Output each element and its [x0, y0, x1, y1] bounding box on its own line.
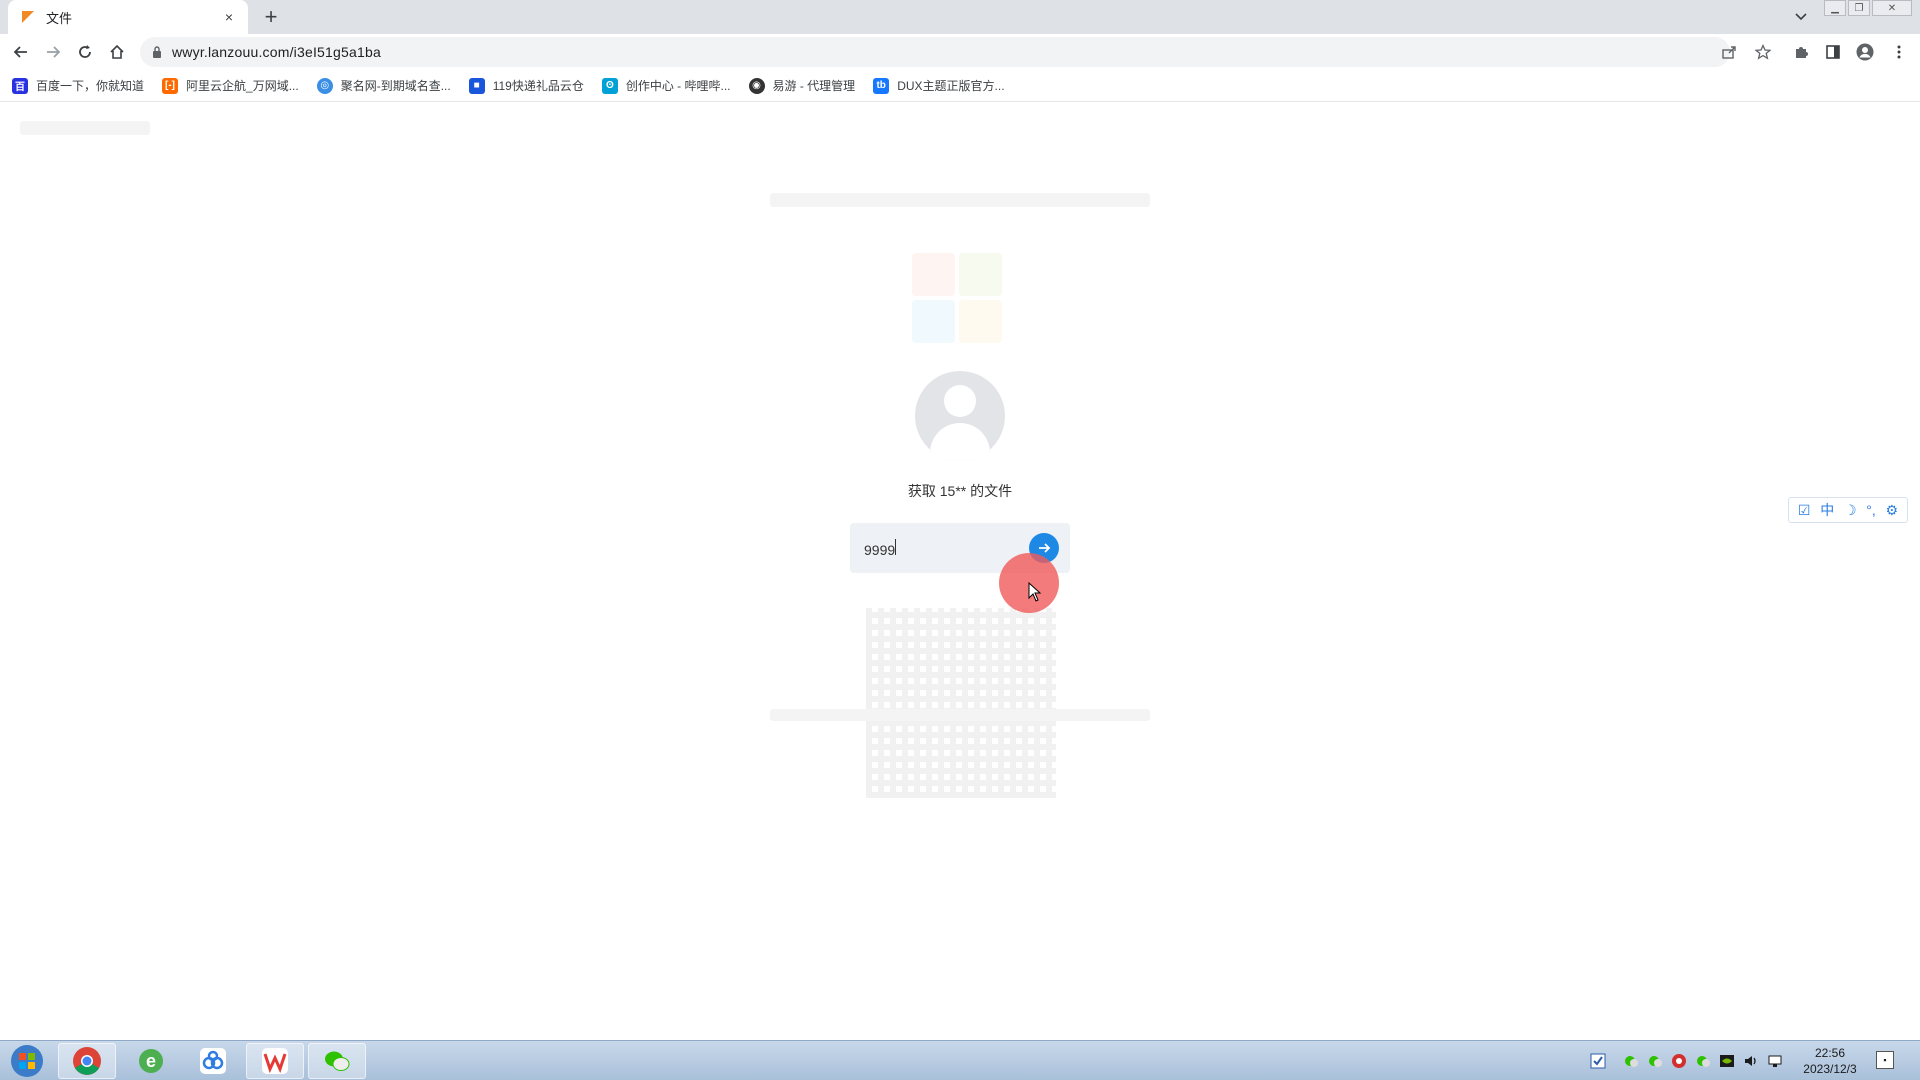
svg-text:e: e [146, 1051, 156, 1071]
clock-time: 22:56 [1814, 1046, 1846, 1060]
globe-icon: ◎ [316, 77, 333, 94]
url-text: wwyr.lanzouu.com/i3eI51g5a1ba [172, 44, 381, 60]
wps-icon [262, 1048, 288, 1074]
aliyun-icon: [-] [162, 77, 179, 94]
tray-wechat-icon[interactable] [1622, 1052, 1640, 1070]
bookmarks-bar: 百 百度一下，你就知道 [-] 阿里云企航_万网域... ◎ 聚名网-到期域名查… [0, 70, 1920, 102]
windows-orb-icon [11, 1045, 43, 1077]
user-avatar [915, 371, 1005, 461]
tab-title: 文件 [46, 10, 73, 26]
dux-icon: tb [873, 77, 890, 94]
warehouse-icon: ■ [468, 77, 485, 94]
side-panel-icon [1826, 45, 1840, 59]
bookmark-item[interactable]: [-] 阿里云企航_万网域... [162, 77, 299, 94]
reload-button[interactable] [72, 39, 98, 65]
taskbar-clock[interactable]: 22:56 2023/12/3 [1790, 1045, 1870, 1077]
bookmark-item[interactable]: ◎ 聚名网-到期域名查... [316, 77, 451, 94]
profile-avatar-icon [1856, 43, 1874, 61]
get-file-label: 获取 15** 的文件 [907, 483, 1013, 499]
cloud-drive-icon [200, 1048, 226, 1074]
bookmark-item[interactable]: ■ 119快递礼品云仓 [468, 77, 584, 94]
taskbar-wechat[interactable] [308, 1043, 366, 1079]
share-button[interactable] [1716, 39, 1742, 65]
text-caret [895, 538, 897, 555]
page-content: 获取 15** 的文件 9999 ☑ 中 ☽ °, ⚙ [0, 103, 1920, 1040]
password-input[interactable]: 9999 [864, 538, 1014, 558]
clock-date: 2023/12/3 [1803, 1062, 1857, 1076]
home-button[interactable] [104, 39, 130, 65]
mouse-cursor-icon [1028, 582, 1042, 602]
chrome-icon [73, 1047, 101, 1075]
tray-checkbox-icon[interactable] [1589, 1052, 1607, 1070]
faded-footer-placeholder [770, 709, 1150, 721]
close-window-button[interactable]: ✕ [1872, 0, 1912, 16]
ime-moon-icon[interactable]: ☽ [1844, 502, 1857, 519]
taskbar: e 22:56 2023/12/3 ▪ [0, 1040, 1920, 1080]
home-icon [110, 44, 124, 59]
extensions-button[interactable] [1788, 39, 1814, 65]
tab-active[interactable]: 文件 × [8, 0, 248, 34]
forward-arrow-icon [47, 46, 61, 58]
start-button[interactable] [6, 1043, 48, 1079]
bookmark-item[interactable]: 百 百度一下，你就知道 [12, 77, 144, 94]
game-icon: ◉ [748, 77, 765, 94]
ime-settings-gear-icon[interactable]: ⚙ [1886, 502, 1899, 519]
ime-toolbar[interactable]: ☑ 中 ☽ °, ⚙ [1788, 497, 1908, 523]
baidu-icon: 百 [12, 77, 28, 94]
back-arrow-icon [13, 46, 27, 58]
wechat-icon [325, 1051, 350, 1071]
reload-icon [79, 45, 91, 58]
share-icon [1722, 46, 1736, 59]
system-tray [1586, 1041, 1787, 1080]
taskbar-ie[interactable]: e [122, 1043, 180, 1079]
tray-antivirus-icon[interactable] [1670, 1052, 1688, 1070]
show-desktop-button[interactable]: ▪ [1876, 1051, 1894, 1069]
bookmark-item[interactable]: ʘ 创作中心 - 哔哩哔... [601, 77, 731, 94]
lanzou-favicon-icon [22, 11, 34, 23]
kebab-menu-icon [1897, 45, 1901, 59]
profile-button[interactable] [1852, 39, 1878, 65]
tray-nvidia-icon[interactable] [1718, 1052, 1736, 1070]
menu-button[interactable] [1886, 39, 1912, 65]
star-icon [1755, 44, 1771, 60]
maximize-window-button[interactable]: ❐ [1848, 0, 1870, 16]
tab-strip: 文件 × + ▁ ❐ ✕ [0, 0, 1920, 34]
tray-network-icon[interactable] [1766, 1052, 1784, 1070]
faded-title-placeholder [770, 193, 1150, 207]
bookmark-item[interactable]: ◉ 易游 - 代理管理 [748, 77, 855, 94]
ime-check-icon[interactable]: ☑ [1798, 502, 1811, 519]
tray-wechat-icon-2[interactable] [1646, 1052, 1664, 1070]
taskbar-wps[interactable] [246, 1043, 304, 1079]
minimize-window-button[interactable]: ▁ [1824, 0, 1846, 16]
tab-close-icon[interactable]: × [220, 8, 238, 26]
taskbar-chrome[interactable] [58, 1043, 116, 1079]
bilibili-icon: ʘ [601, 77, 618, 94]
back-button[interactable] [8, 39, 34, 65]
tray-wechat-icon-3[interactable] [1694, 1052, 1712, 1070]
browser-toolbar: wwyr.lanzouu.com/i3eI51g5a1ba [0, 34, 1920, 70]
bookmark-star-button[interactable] [1750, 39, 1776, 65]
tab-search-chevron-icon[interactable] [1790, 6, 1812, 28]
puzzle-icon [1796, 47, 1808, 58]
ime-language-toggle[interactable]: 中 [1820, 500, 1834, 520]
ie-browser-icon: e [139, 1049, 163, 1073]
faded-header-placeholder [20, 121, 150, 135]
side-panel-button[interactable] [1820, 39, 1846, 65]
faded-logo-icon [912, 253, 1002, 343]
tray-volume-icon[interactable] [1742, 1052, 1760, 1070]
faded-qr-code [866, 608, 1056, 798]
address-bar[interactable]: wwyr.lanzouu.com/i3eI51g5a1ba [140, 37, 1730, 67]
forward-button[interactable] [40, 39, 66, 65]
new-tab-button[interactable]: + [258, 4, 284, 30]
ime-punctuation-icon[interactable]: °, [1866, 502, 1876, 518]
bookmark-item[interactable]: tb DUX主题正版官方... [873, 77, 1005, 94]
taskbar-baidu-netdisk[interactable] [184, 1043, 242, 1079]
lock-icon[interactable] [152, 46, 162, 58]
